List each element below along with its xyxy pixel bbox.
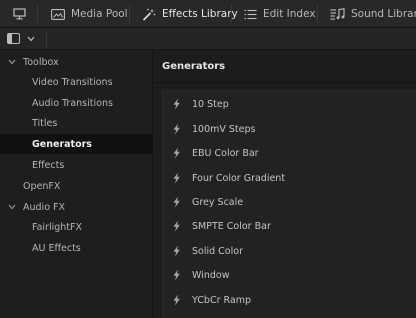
chevron-down-icon[interactable] <box>27 32 35 45</box>
sidebar-item-label: Effects <box>32 159 65 171</box>
tab-effects-library[interactable]: Effects Library <box>130 0 238 28</box>
sidebar-item-audio-fx[interactable]: Audio FX <box>0 197 153 217</box>
sidebar-item-label: Audio Transitions <box>32 97 113 109</box>
panel-title: Generators <box>154 51 416 83</box>
generator-item[interactable]: Four Color Gradient <box>163 166 416 190</box>
generators-panel: Generators 10 Step 100mV Steps EBU Color B… <box>154 51 416 318</box>
lightning-bolt-icon <box>172 294 181 309</box>
sidebar-item-titles[interactable]: Titles <box>0 113 153 133</box>
generator-item[interactable]: 100mV Steps <box>163 117 416 141</box>
panel-tab-bar: Media Pool Effects Library Edit Index So… <box>0 0 416 28</box>
generator-item[interactable]: Grey Scale <box>163 190 416 214</box>
generator-label: SMPTE Color Bar <box>192 220 271 232</box>
generator-label: Solid Color <box>192 245 243 257</box>
sidebar-item-openfx[interactable]: OpenFX <box>0 176 153 196</box>
list-icon <box>244 9 257 20</box>
generator-item[interactable]: Window <box>163 263 416 287</box>
generator-item[interactable]: SMPTE Color Bar <box>163 214 416 238</box>
generator-label: YCbCr Ramp <box>192 294 252 306</box>
tab-edit-index[interactable]: Edit Index <box>232 0 318 28</box>
generator-item[interactable]: YCbCr Ramp <box>163 288 416 312</box>
tab-label: Media Pool <box>71 8 128 20</box>
sidebar-item-fairlightfx[interactable]: FairlightFX <box>0 217 153 237</box>
lightning-bolt-icon <box>172 147 181 162</box>
chevron-down-icon[interactable] <box>8 203 16 212</box>
tab-monitor[interactable] <box>0 0 38 28</box>
lightning-bolt-icon <box>172 98 181 113</box>
library-sidebar: Toolbox Video Transitions Audio Transiti… <box>0 51 153 318</box>
magic-wand-icon <box>142 8 156 21</box>
tab-label: Edit Index <box>263 8 316 20</box>
sidebar-item-label: FairlightFX <box>32 221 82 233</box>
media-pool-icon <box>51 8 65 20</box>
lightning-bolt-icon <box>172 196 181 211</box>
monitor-icon <box>12 8 26 20</box>
sidebar-item-audio-transitions[interactable]: Audio Transitions <box>0 93 153 113</box>
generator-label: EBU Color Bar <box>192 147 259 159</box>
panel-toggle-icon[interactable] <box>7 33 20 44</box>
generator-label: Grey Scale <box>192 196 244 208</box>
sidebar-item-effects[interactable]: Effects <box>0 155 153 175</box>
library-toolbar <box>0 28 416 50</box>
sidebar-item-label: Video Transitions <box>32 76 113 88</box>
sidebar-item-toolbox[interactable]: Toolbox <box>0 52 153 72</box>
sidebar-item-label: Audio FX <box>23 201 65 213</box>
tab-label: Effects Library <box>162 8 238 20</box>
sidebar-item-generators[interactable]: Generators <box>0 134 153 154</box>
sidebar-item-label: Toolbox <box>23 56 59 68</box>
generator-item[interactable]: 10 Step <box>163 92 416 116</box>
tab-label: Sound Library <box>351 8 416 20</box>
tab-sound-library[interactable]: Sound Library <box>318 0 416 28</box>
lightning-bolt-icon <box>172 245 181 260</box>
sidebar-item-label: AU Effects <box>32 242 81 254</box>
lightning-bolt-icon <box>172 123 181 138</box>
generator-item[interactable]: Solid Color <box>163 239 416 263</box>
chevron-down-icon[interactable] <box>8 58 16 67</box>
sidebar-item-video-transitions[interactable]: Video Transitions <box>0 72 153 92</box>
sidebar-item-au-effects[interactable]: AU Effects <box>0 238 153 258</box>
music-note-icon <box>330 8 345 20</box>
generator-label: Window <box>192 269 230 281</box>
sidebar-item-label: OpenFX <box>23 180 61 192</box>
generator-label: 10 Step <box>192 98 229 110</box>
lightning-bolt-icon <box>172 269 181 284</box>
toolbar-divider <box>46 31 47 47</box>
sidebar-item-label: Generators <box>32 138 92 150</box>
generator-label: 100mV Steps <box>192 123 256 135</box>
lightning-bolt-icon <box>172 172 181 187</box>
generator-list: 10 Step 100mV Steps EBU Color Bar Four Colo… <box>162 89 416 318</box>
tab-media-pool[interactable]: Media Pool <box>38 0 130 28</box>
generator-label: Four Color Gradient <box>192 172 286 184</box>
sidebar-item-label: Titles <box>32 117 58 129</box>
generator-item[interactable]: EBU Color Bar <box>163 141 416 165</box>
lightning-bolt-icon <box>172 220 181 235</box>
